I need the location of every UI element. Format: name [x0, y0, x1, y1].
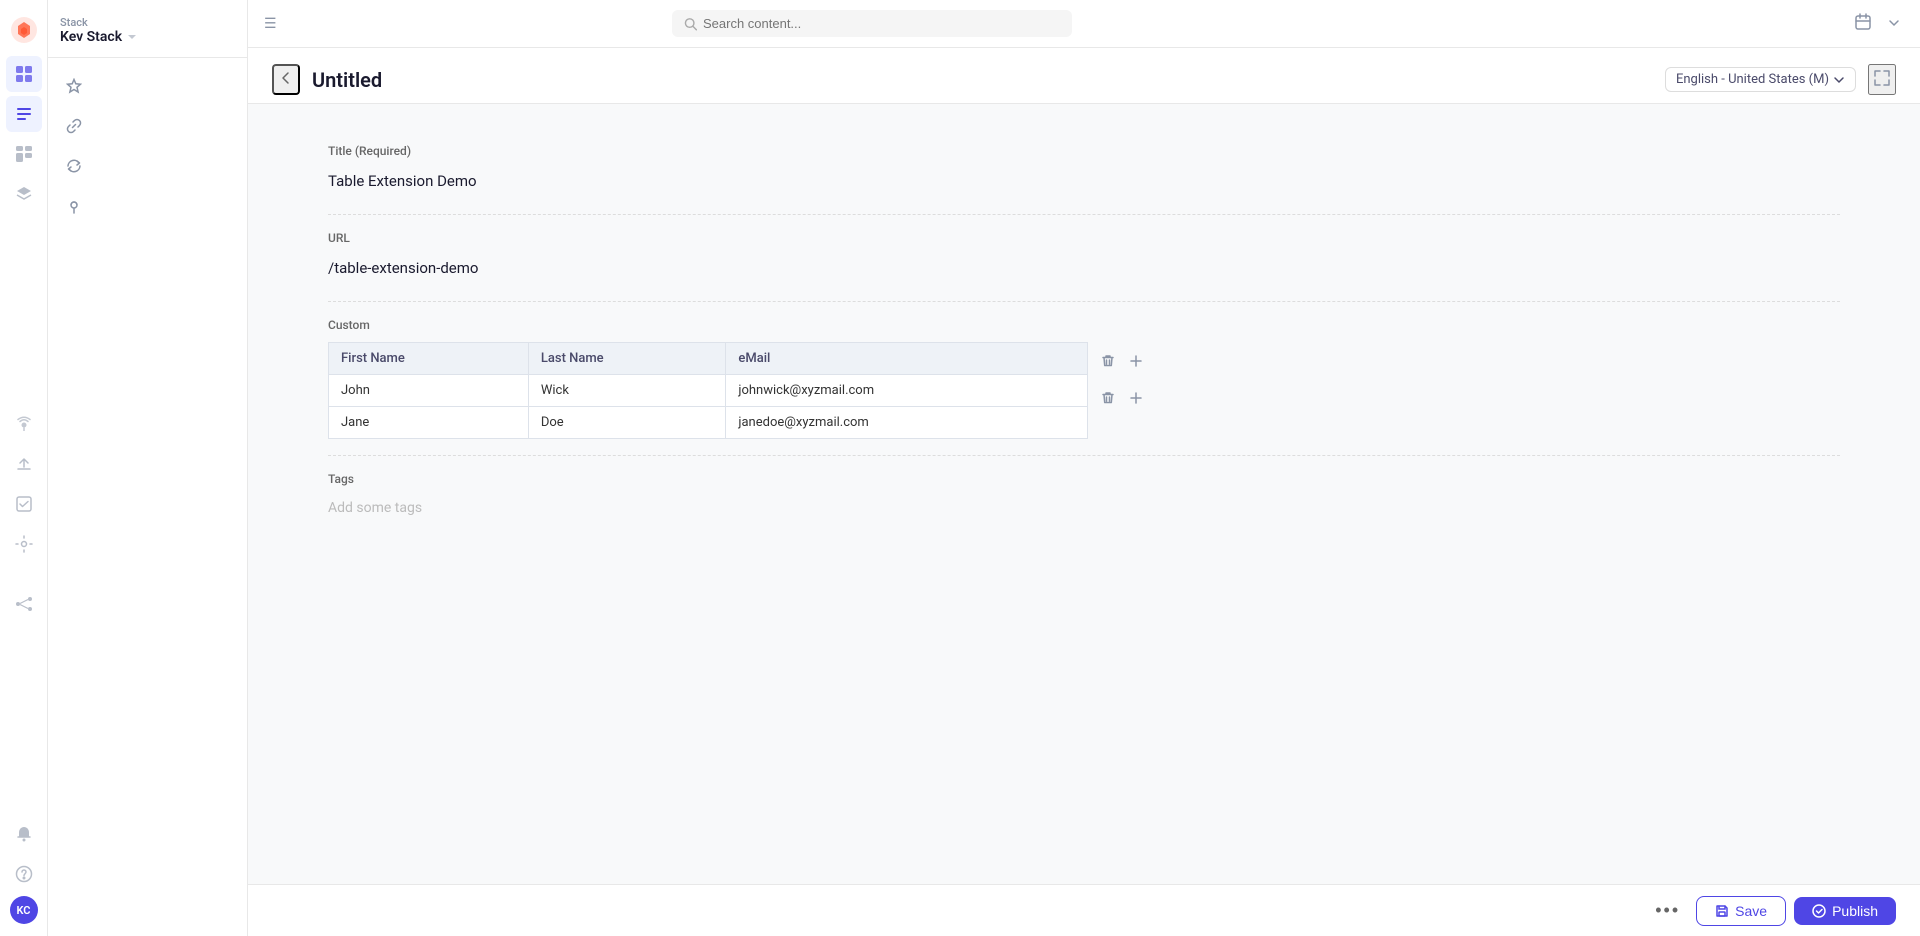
- table-cell-1-2[interactable]: janedoe@xyzmail.com: [726, 407, 1088, 439]
- brand-label: Stack: [60, 16, 235, 29]
- back-button[interactable]: [272, 64, 300, 95]
- url-value[interactable]: /table-extension-demo: [328, 251, 1840, 285]
- table-row: JaneDoejanedoe@xyzmail.com: [329, 407, 1088, 439]
- topbar-menu[interactable]: ☰: [264, 16, 277, 32]
- delete-row-0-button[interactable]: [1096, 349, 1120, 373]
- nav-notifications[interactable]: [6, 816, 42, 852]
- search-icon: [684, 17, 697, 31]
- url-label: URL: [328, 231, 1840, 245]
- title-label: Title (Required): [328, 144, 1840, 158]
- nav-upload[interactable]: [6, 446, 42, 482]
- add-row-1-button[interactable]: [1124, 386, 1148, 410]
- nav-connections[interactable]: [6, 586, 42, 622]
- fullscreen-button[interactable]: [1868, 64, 1896, 95]
- delete-row-1-button[interactable]: [1096, 386, 1120, 410]
- editor-title: Untitled: [312, 68, 382, 92]
- search-container: [672, 10, 1072, 37]
- custom-section: Custom First NameLast NameeMail JohnWick…: [328, 302, 1840, 456]
- search-input[interactable]: [703, 16, 1060, 31]
- more-options-button[interactable]: •••: [1647, 894, 1688, 927]
- table-cell-0-2[interactable]: johnwick@xyzmail.com: [726, 375, 1088, 407]
- save-button[interactable]: Save: [1696, 896, 1786, 926]
- publish-button[interactable]: Publish: [1794, 897, 1896, 925]
- custom-label: Custom: [328, 318, 1840, 332]
- sidebar-header: Stack Kev Stack: [48, 12, 247, 58]
- sidebar-refresh[interactable]: [56, 148, 92, 184]
- sidebar-link[interactable]: [56, 108, 92, 144]
- nav-settings[interactable]: [6, 526, 42, 562]
- chevron-down-icon[interactable]: [1884, 10, 1904, 37]
- add-row-0-button[interactable]: [1124, 349, 1148, 373]
- editor-footer: ••• Save Publish: [248, 884, 1920, 936]
- calendar-icon[interactable]: [1850, 9, 1876, 39]
- title-value[interactable]: Table Extension Demo: [328, 164, 1840, 198]
- nav-layers[interactable]: [6, 176, 42, 212]
- title-section: Title (Required) Table Extension Demo: [328, 128, 1840, 215]
- tags-placeholder[interactable]: Add some tags: [328, 492, 1840, 524]
- table-cell-1-0[interactable]: Jane: [329, 407, 529, 439]
- topbar-icons: [1850, 9, 1904, 39]
- locale-selector[interactable]: English - United States (M): [1665, 67, 1856, 92]
- table-header: eMail: [726, 343, 1088, 375]
- publish-icon: [1812, 904, 1826, 918]
- nav-dashboard[interactable]: [6, 56, 42, 92]
- table-header: Last Name: [528, 343, 726, 375]
- workspace-name[interactable]: Kev Stack: [60, 29, 235, 45]
- sidebar-pin[interactable]: [56, 188, 92, 224]
- table-cell-0-0[interactable]: John: [329, 375, 529, 407]
- url-section: URL /table-extension-demo: [328, 215, 1840, 302]
- nav-components[interactable]: [6, 136, 42, 172]
- sidebar-star[interactable]: [56, 68, 92, 104]
- topbar: ☰: [248, 0, 1920, 48]
- save-icon: [1715, 904, 1729, 918]
- table-cell-0-1[interactable]: Wick: [528, 375, 726, 407]
- tags-section: Tags Add some tags: [328, 456, 1840, 540]
- table-row: JohnWickjohnwick@xyzmail.com: [329, 375, 1088, 407]
- nav-help[interactable]: [6, 856, 42, 892]
- nav-broadcast[interactable]: [6, 406, 42, 442]
- table-cell-1-1[interactable]: Doe: [528, 407, 726, 439]
- sidebar-icon-list: [48, 58, 247, 234]
- custom-table: First NameLast NameeMail JohnWickjohnwic…: [328, 342, 1088, 439]
- secondary-sidebar: Stack Kev Stack: [48, 0, 248, 936]
- table-header: First Name: [329, 343, 529, 375]
- nav-rail: KC: [0, 0, 48, 936]
- app-logo[interactable]: [6, 12, 42, 48]
- editor-header: Untitled English - United States (M): [248, 48, 1920, 104]
- tags-label: Tags: [328, 472, 1840, 486]
- user-avatar[interactable]: KC: [10, 896, 38, 924]
- editor-content: Title (Required) Table Extension Demo UR…: [248, 104, 1920, 936]
- nav-tasks[interactable]: [6, 486, 42, 522]
- nav-list[interactable]: [6, 96, 42, 132]
